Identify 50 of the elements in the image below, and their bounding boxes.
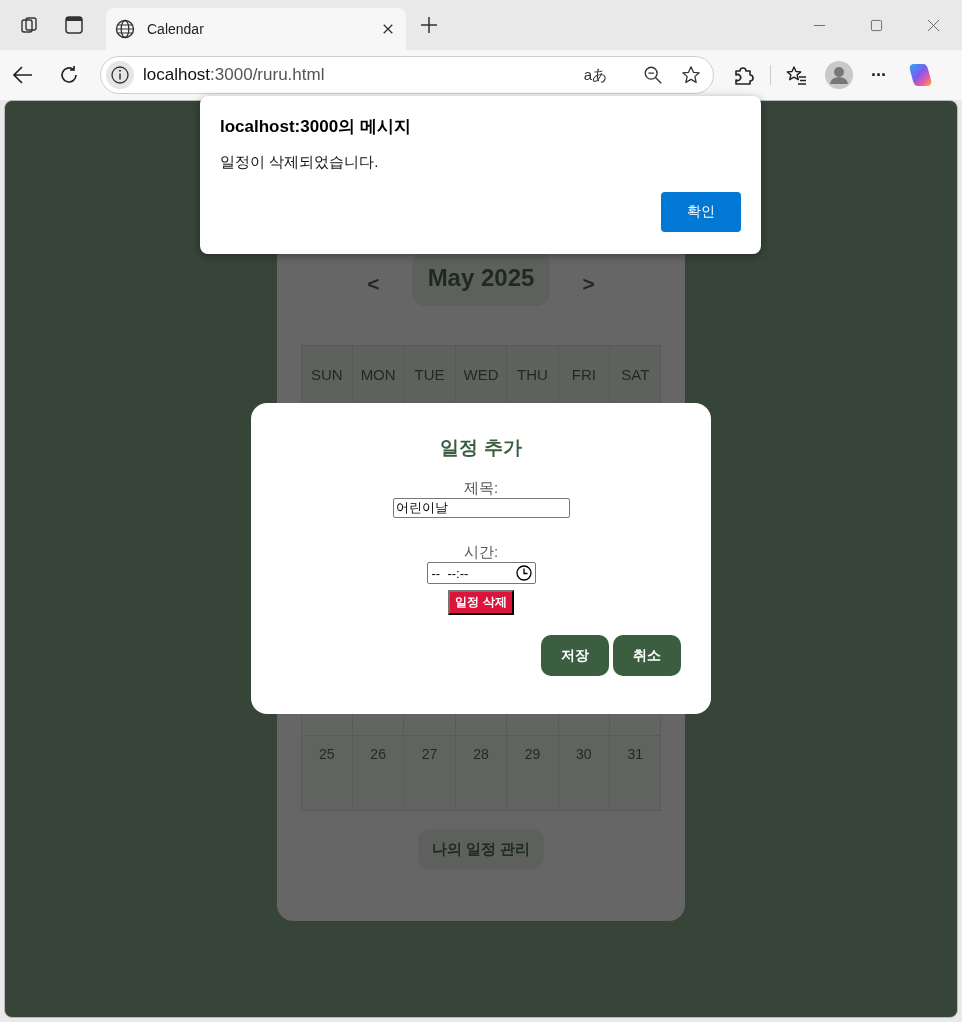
more-icon[interactable]: ··· (871, 64, 886, 86)
day-cell[interactable]: 26 (352, 736, 405, 811)
weekday-header: THU (507, 346, 559, 404)
puzzle-icon[interactable] (732, 64, 754, 86)
vertical-tabs-icon[interactable] (64, 15, 84, 35)
day-cell[interactable]: 28 (455, 736, 508, 811)
back-icon[interactable] (12, 64, 34, 86)
alert-message: 일정이 삭제되었습니다. (220, 153, 380, 172)
day-cell[interactable]: 30 (558, 736, 611, 811)
refresh-icon[interactable] (58, 64, 80, 86)
weekday-header: MON (352, 346, 405, 404)
close-window-icon[interactable] (927, 18, 940, 32)
weekday-header: TUE (404, 346, 456, 404)
close-icon[interactable] (382, 23, 394, 35)
globe-icon (115, 19, 135, 39)
read-aloud-icon[interactable]: aあ (583, 65, 607, 85)
day-cell[interactable]: 27 (404, 736, 456, 811)
alert-title: localhost:3000의 메시지 (220, 116, 412, 138)
title-field[interactable]: 어린이날 (392, 498, 570, 518)
delete-schedule-button[interactable]: 일정 삭제 (448, 590, 514, 615)
day-cell[interactable]: 29 (507, 736, 559, 811)
info-icon[interactable] (106, 61, 134, 89)
address-field[interactable]: localhost:3000/ruru.html aあ (100, 56, 714, 94)
day-cell[interactable]: 25 (301, 736, 353, 811)
field-label: 제목: (463, 479, 499, 498)
favorites-icon[interactable] (785, 64, 807, 86)
weekday-header: SAT (610, 346, 662, 404)
zoom-out-icon[interactable] (643, 65, 663, 85)
ok-button[interactable]: 확인 (661, 192, 741, 232)
day-cell[interactable]: 31 (610, 736, 662, 811)
field-label: 시간: (463, 543, 499, 562)
previous-month-button[interactable]: < (367, 272, 380, 296)
tab-actions-icon[interactable] (20, 15, 40, 35)
new-tab-icon[interactable] (420, 16, 438, 34)
maximize-icon[interactable] (870, 18, 883, 32)
modal-button[interactable]: 저장 (541, 635, 609, 676)
weekday-header: SUN (301, 346, 353, 404)
url-text[interactable]: localhost:3000/ruru.html (143, 65, 325, 85)
time-field[interactable]: -- --:-- (426, 562, 536, 584)
next-month-button[interactable]: > (582, 272, 595, 296)
browser-tab[interactable]: Calendar (106, 8, 406, 50)
modal-button[interactable]: 취소 (613, 635, 681, 676)
weekday-header: FRI (558, 346, 611, 404)
manage-schedule-button[interactable]: 나의 일정 관리 (417, 829, 545, 869)
modal-title: 일정 추가 (440, 436, 522, 460)
clock-icon[interactable] (515, 565, 532, 581)
star-icon[interactable] (681, 65, 701, 85)
profile-avatar-icon[interactable] (825, 61, 853, 89)
tab-title: Calendar (147, 21, 205, 37)
weekday-header: WED (455, 346, 508, 404)
